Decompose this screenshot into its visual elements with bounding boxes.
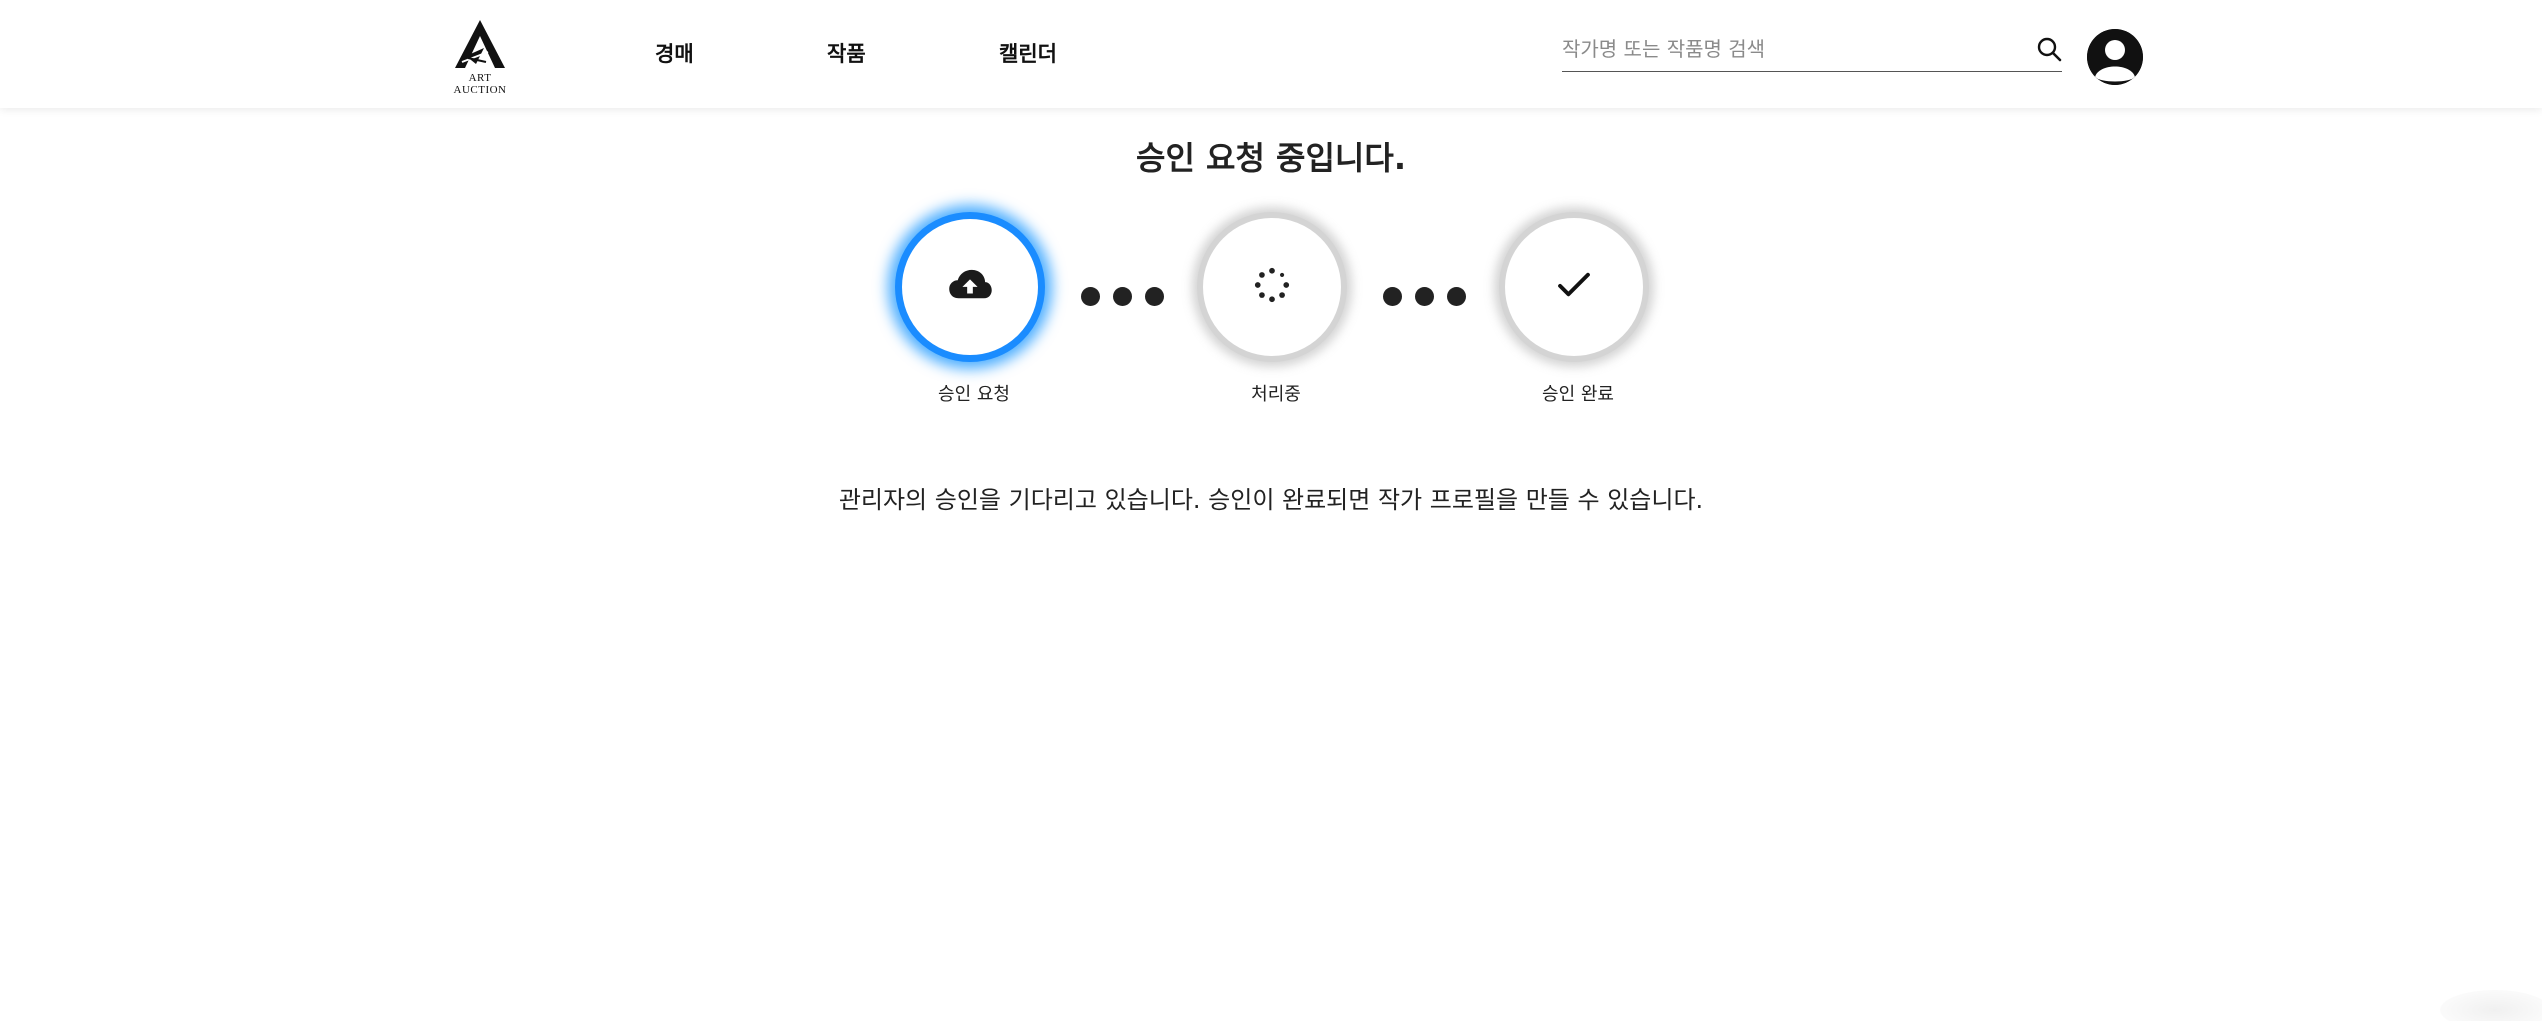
logo-text: ART AUCTION: [453, 72, 507, 96]
nav-item-works[interactable]: 작품: [827, 38, 866, 68]
step-label-approval-complete: 승인 완료: [1542, 384, 1614, 405]
page-title: 승인 요청 중입니다.: [1136, 139, 1406, 177]
check-icon: [1557, 272, 1591, 302]
status-message: 관리자의 승인을 기다리고 있습니다. 승인이 완료되면 작가 프로필을 만들 …: [838, 486, 1704, 514]
search-input[interactable]: [1562, 34, 2002, 64]
step-approval-request: [895, 212, 1045, 362]
step-connector-dots: [1081, 287, 1164, 307]
user-avatar-icon[interactable]: [2087, 29, 2143, 85]
search-bar: [1562, 28, 2062, 72]
nav-item-calendar[interactable]: 캘린더: [999, 38, 1057, 68]
step-label-approval-request: 승인 요청: [938, 384, 1010, 405]
step-approval-complete: [1499, 212, 1649, 362]
corner-shadow: [2440, 990, 2542, 1021]
step-label-processing: 처리중: [1251, 384, 1301, 405]
spinner-icon: [1253, 266, 1291, 308]
art-auction-logo[interactable]: ART AUCTION: [440, 18, 520, 96]
cloud-upload-icon: [947, 268, 993, 306]
logo-mark-icon: [455, 20, 505, 68]
top-nav-bar: ART AUCTION 경매 작품 캘린더: [0, 0, 2542, 108]
step-processing: [1197, 212, 1347, 362]
search-icon[interactable]: [2036, 36, 2062, 62]
nav-item-auction[interactable]: 경매: [655, 38, 694, 68]
step-connector-dots: [1383, 287, 1466, 307]
